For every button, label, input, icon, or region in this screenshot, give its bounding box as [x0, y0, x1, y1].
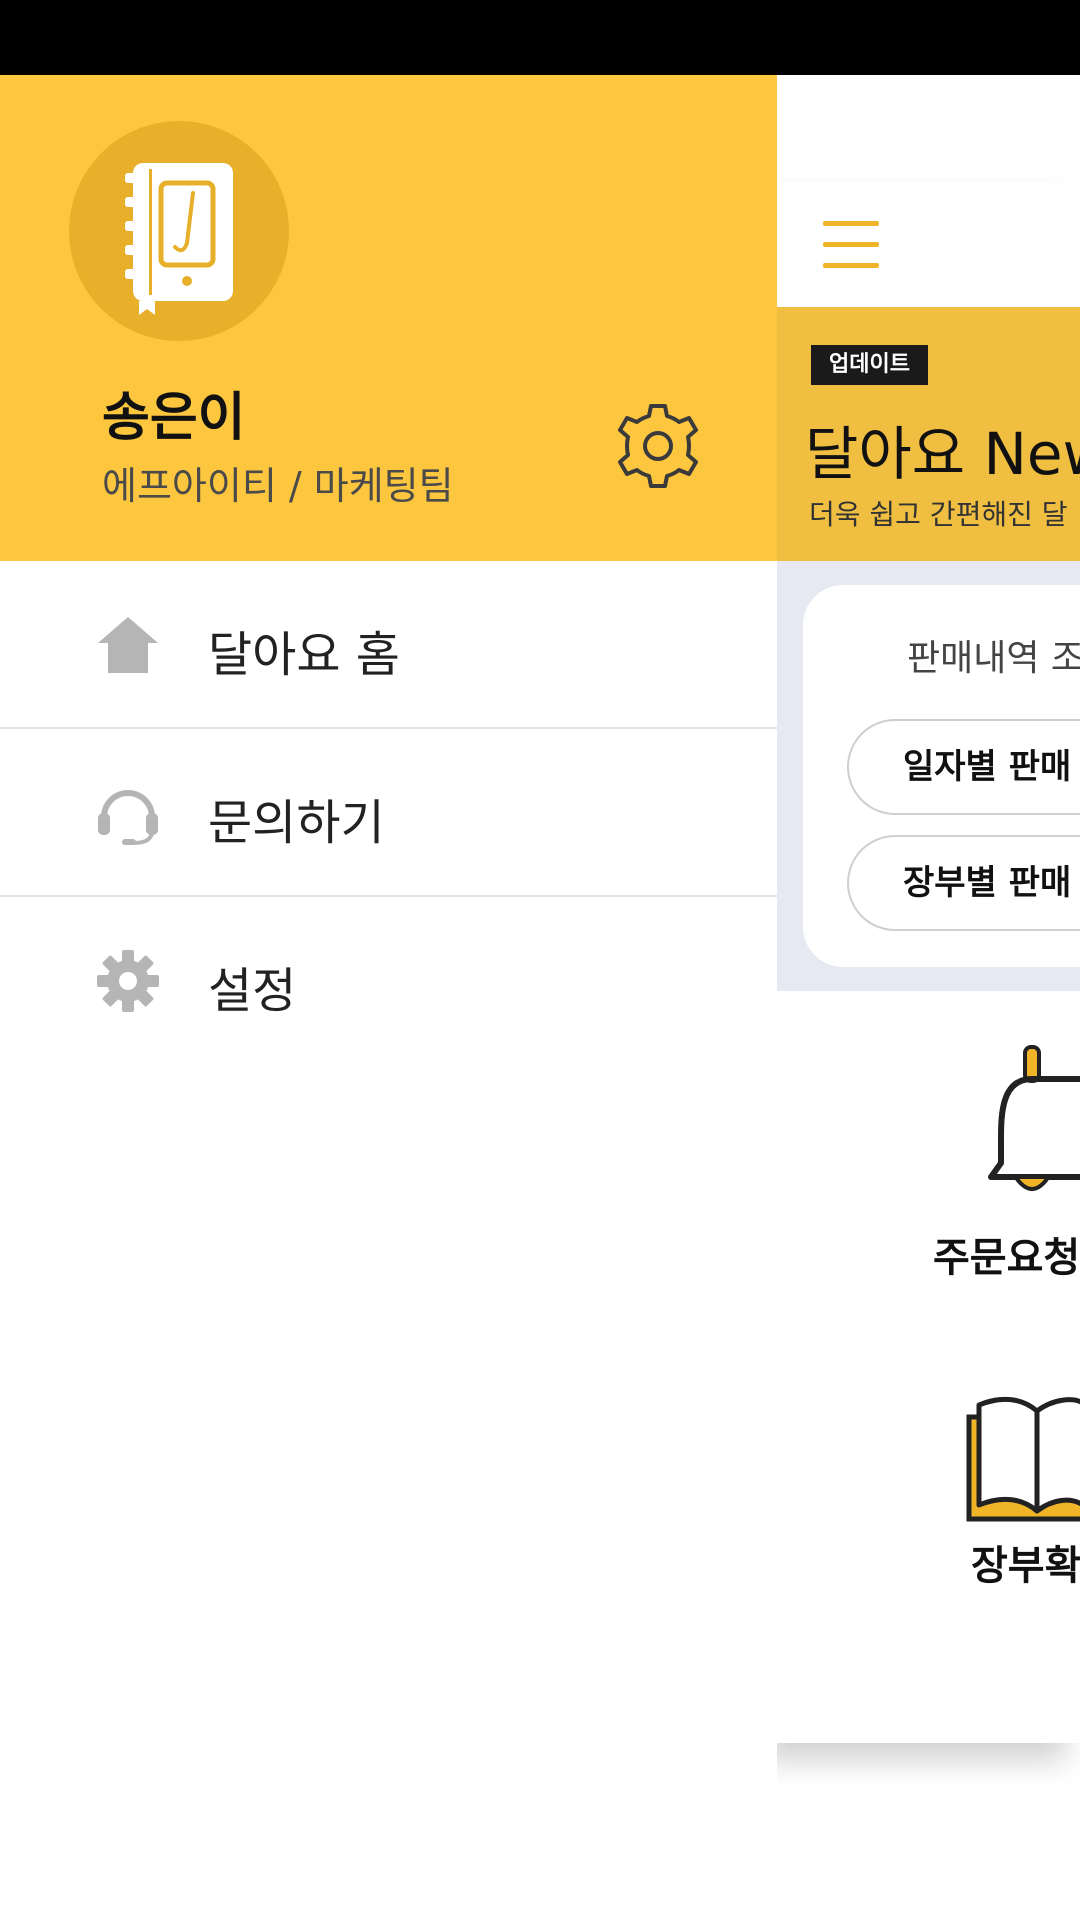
- menu-item-home[interactable]: 달아요 홈: [0, 561, 777, 729]
- order-request-tile[interactable]: 주문요청: [777, 1043, 1080, 1303]
- main-app-panel: 업데이트 달아요 New 더욱 쉽고 간편해진 달 판매내역 조 일자별 판매 …: [777, 183, 1080, 1743]
- sales-card: 판매내역 조 일자별 판매 장부별 판매: [803, 585, 1080, 967]
- banner-title: 달아요 New: [805, 420, 1080, 488]
- app-bar: [777, 183, 1080, 307]
- menu-label-settings: 설정: [208, 963, 297, 1019]
- menu-item-inquiry[interactable]: 문의하기: [0, 729, 777, 897]
- menu-label-inquiry: 문의하기: [208, 795, 385, 851]
- daily-sales-button[interactable]: 일자별 판매: [847, 719, 1080, 815]
- status-bar: [0, 0, 1080, 75]
- sales-section: 판매내역 조 일자별 판매 장부별 판매: [777, 561, 1080, 991]
- update-badge: 업데이트: [811, 345, 928, 385]
- home-icon: [98, 617, 158, 673]
- ledger-sales-button[interactable]: 장부별 판매: [847, 835, 1080, 931]
- menu-label-home: 달아요 홈: [208, 627, 400, 683]
- banner-subtitle: 더욱 쉽고 간편해진 달: [809, 498, 1068, 531]
- drawer-menu: 달아요 홈 문의하기 설정: [0, 561, 777, 1065]
- navigation-drawer: 송은이 에프아이티 / 마케팅팀 달아요 홈 문의하기 설정: [0, 75, 777, 1920]
- bell-icon: [988, 1045, 1080, 1191]
- settings-gear-icon[interactable]: [612, 400, 704, 492]
- update-banner[interactable]: 업데이트 달아요 New 더욱 쉽고 간편해진 달: [777, 307, 1080, 561]
- user-name: 송은이: [102, 388, 246, 448]
- drawer-header: 송은이 에프아이티 / 마케팅팀: [0, 75, 777, 561]
- menu-icon[interactable]: [823, 221, 879, 269]
- ledger-check-label: 장부확: [971, 1543, 1080, 1589]
- sales-title: 판매내역 조: [907, 638, 1080, 679]
- headset-icon: [98, 790, 158, 845]
- book-icon: [966, 1396, 1080, 1522]
- ledger-check-tile[interactable]: 장부확: [777, 1393, 1080, 1653]
- gear-icon: [97, 950, 159, 1012]
- ledger-book-icon: [125, 163, 233, 315]
- order-request-label: 주문요청: [933, 1235, 1080, 1281]
- user-organization: 에프아이티 / 마케팅팀: [102, 464, 454, 508]
- menu-item-settings[interactable]: 설정: [0, 897, 777, 1065]
- avatar[interactable]: [69, 121, 289, 341]
